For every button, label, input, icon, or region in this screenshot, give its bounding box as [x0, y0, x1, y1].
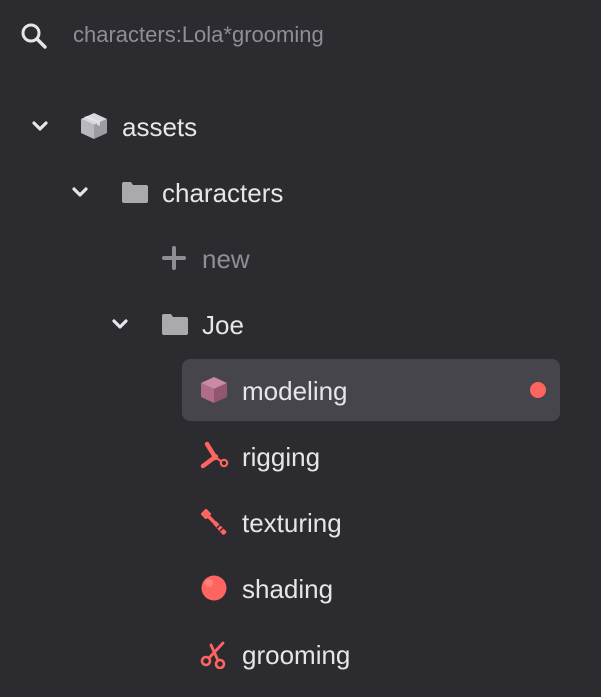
tree-item-label: texturing [242, 508, 342, 538]
tree-item-shading[interactable]: shading [0, 558, 601, 618]
search-bar[interactable]: characters:Lola*grooming [0, 0, 601, 70]
tree-item-label: shading [242, 574, 334, 604]
plus-icon[interactable] [159, 243, 189, 273]
cube-icon [201, 377, 227, 403]
tree-item-rigging[interactable]: rigging [0, 426, 601, 486]
package-icon [81, 113, 107, 139]
tree-item-label: rigging [242, 442, 321, 472]
tree-item-label: grooming [242, 640, 351, 670]
chevron-down-icon[interactable] [71, 186, 89, 198]
tree-item-label: characters [162, 178, 284, 208]
tree-item-assets[interactable]: assets [0, 96, 601, 156]
brush-icon [200, 508, 227, 535]
tree-item-texturing[interactable]: texturing [0, 492, 601, 552]
tree-item-label: modeling [242, 376, 348, 406]
tree-item-modeling[interactable]: modeling [0, 360, 601, 420]
status-dot [530, 382, 546, 398]
tree-item-label: new [202, 244, 250, 274]
sphere-icon [201, 575, 227, 601]
search-input[interactable]: characters:Lola*grooming [73, 22, 324, 48]
tree-item-label: assets [122, 112, 198, 142]
tree-item-new[interactable]: new [0, 228, 601, 288]
search-icon[interactable] [20, 22, 48, 50]
folder-icon [162, 314, 188, 335]
chevron-down-icon[interactable] [31, 120, 49, 132]
tree-item-characters[interactable]: characters [0, 162, 601, 222]
chevron-down-icon[interactable] [111, 318, 129, 330]
rig-icon [200, 441, 229, 469]
scissors-icon [200, 641, 226, 669]
tree-item-joe[interactable]: Joe [0, 294, 601, 354]
tree-item-label: Joe [202, 310, 244, 340]
folder-icon [122, 182, 148, 203]
tree-item-grooming[interactable]: grooming [0, 624, 601, 684]
